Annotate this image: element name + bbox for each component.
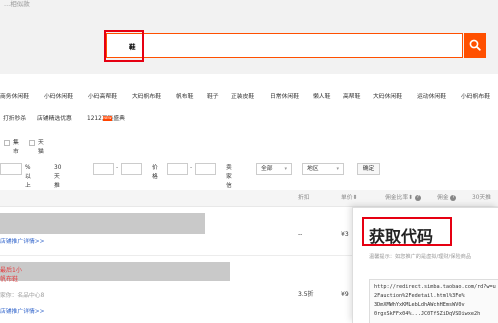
- code-line: 3DmXMWhYxKMLebLdhAWchHEmsWV0v: [374, 302, 465, 308]
- confirm-button[interactable]: 确定: [357, 163, 380, 175]
- help-icon[interactable]: ?: [414, 194, 421, 201]
- product-image-placeholder: [0, 262, 230, 281]
- region-value: 地区: [307, 166, 319, 172]
- category-item[interactable]: 日常休闲鞋: [270, 92, 299, 102]
- price-label: 价格: [152, 165, 158, 180]
- col-commission-rate-label: 佣金比率: [385, 195, 409, 201]
- col-unit-price[interactable]: 单价⬍: [341, 194, 357, 203]
- popup-tip: 温馨提示：如您推广的是虚拟/理财/保险商品: [369, 254, 472, 260]
- row-title-highlight[interactable]: 最后1小: [0, 266, 22, 275]
- category-item[interactable]: 高帮鞋: [343, 92, 360, 102]
- filter-shop-selected[interactable]: 店铺精选优惠: [37, 114, 72, 124]
- seller-credit-value: 全部: [261, 166, 273, 172]
- category-item[interactable]: 商务休闲鞋: [0, 92, 29, 102]
- category-item[interactable]: 运动休闲鞋: [417, 92, 446, 102]
- help-icon[interactable]: ?: [450, 194, 457, 201]
- category-item[interactable]: 大码帆布鞋: [132, 92, 161, 102]
- category-item[interactable]: 懒人鞋: [313, 92, 330, 102]
- code-line: 0rgxSkFFx04%...JC0TfSZiDqVSDiwxe2h: [374, 311, 481, 317]
- row-discount: 3.5折: [298, 291, 314, 298]
- percent-label: %以上: [25, 165, 31, 189]
- table-header: 折扣 单价⬍ 佣金比率⬍ ? 佣金 ? 30天推: [0, 190, 498, 207]
- search-box[interactable]: [106, 33, 463, 58]
- shop-promo-link[interactable]: 店铺推广详情>>: [0, 308, 45, 317]
- row-discount: --: [298, 231, 303, 238]
- shop-promo-link[interactable]: 店铺推广详情>>: [0, 238, 45, 247]
- col-discount[interactable]: 折扣: [298, 194, 310, 203]
- shop-type-label: 集市: [13, 140, 19, 155]
- seller-credit-select[interactable]: 全部 ▾: [256, 163, 292, 175]
- col-unit-price-label: 单价: [341, 195, 353, 201]
- code-line: http://redirect.simba.taobao.com/rd?w=u: [374, 284, 496, 290]
- col-commission-rate[interactable]: 佣金比率⬍ ?: [385, 194, 421, 203]
- hot-badge: NEW: [103, 116, 112, 121]
- price-min-input[interactable]: [167, 163, 188, 175]
- category-item[interactable]: 小码休闲鞋: [44, 92, 73, 102]
- sort-arrow-icon: ⬍: [408, 195, 414, 201]
- page-title: ...相似款: [4, 0, 30, 8]
- top-title-bar: ...相似款: [0, 0, 498, 16]
- row-price: ¥9: [341, 291, 349, 298]
- col-sales-30d[interactable]: 30天推: [472, 194, 491, 203]
- category-row: 商务休闲鞋 小码休闲鞋 小码高帮鞋 大码帆布鞋 帆布鞋 鞋子 正装皮鞋 日常休闲…: [0, 92, 498, 104]
- promo-min-input[interactable]: [93, 163, 114, 175]
- code-textarea[interactable]: http://redirect.simba.taobao.com/rd?w=u …: [369, 279, 498, 323]
- price-max-input[interactable]: [195, 163, 216, 175]
- col-commission-label: 佣金: [437, 195, 449, 201]
- popup-title-highlight: [362, 217, 452, 246]
- range-dash: -: [116, 164, 119, 171]
- checkbox-shop-type[interactable]: [4, 140, 10, 146]
- shop-type-label: 天猫: [38, 140, 44, 155]
- region-select[interactable]: 地区 ▾: [302, 163, 344, 175]
- chevron-down-icon: ▾: [336, 166, 339, 172]
- product-image-placeholder: [0, 213, 205, 234]
- sort-arrow-icon: ⬍: [352, 195, 358, 201]
- category-item[interactable]: 帆布鞋: [176, 92, 193, 102]
- percent-input[interactable]: [0, 163, 22, 175]
- search-button[interactable]: [464, 33, 486, 58]
- row-shop-info: 家你：名品中心8: [0, 293, 45, 299]
- category-item[interactable]: 大码休闲鞋: [373, 92, 402, 102]
- checkbox-shop-type[interactable]: [29, 140, 35, 146]
- search-keyword-highlight: [104, 30, 144, 62]
- row-title-line2[interactable]: 帆布鞋: [0, 275, 18, 284]
- chevron-down-icon: ▾: [284, 166, 287, 172]
- search-icon: [469, 39, 481, 51]
- category-item[interactable]: 小码帆布鞋: [461, 92, 490, 102]
- search-input[interactable]: [129, 39, 409, 53]
- category-item[interactable]: 正装皮鞋: [231, 92, 254, 102]
- category-item[interactable]: 鞋子: [207, 92, 219, 102]
- col-commission[interactable]: 佣金 ?: [437, 194, 457, 203]
- range-dash: -: [190, 164, 193, 171]
- category-item[interactable]: 小码高帮鞋: [88, 92, 117, 102]
- filter-flash-sale[interactable]: 打折秒杀: [3, 114, 26, 124]
- code-line: 2Fauction%2Fedetail.html%3Fe%: [374, 293, 465, 299]
- row-price: ¥3: [341, 231, 349, 238]
- promo-max-input[interactable]: [121, 163, 142, 175]
